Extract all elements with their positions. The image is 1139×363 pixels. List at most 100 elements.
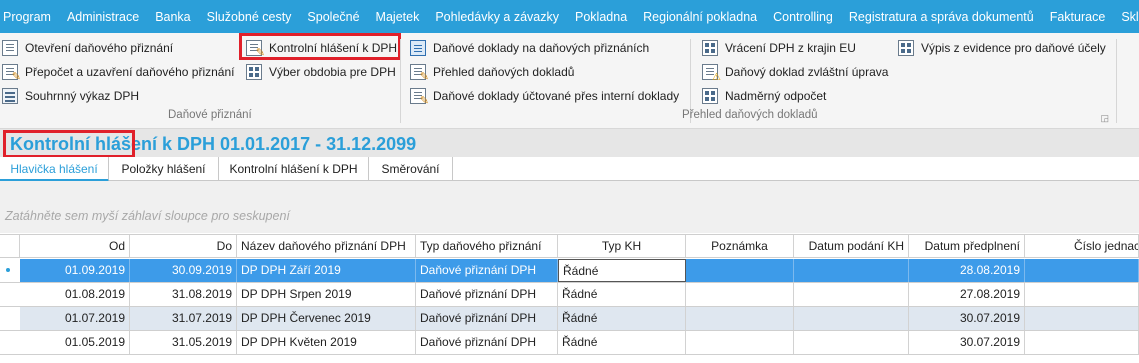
tax-document-icon — [410, 40, 426, 56]
cell-type[interactable]: Daňové přiznání DPH — [416, 283, 558, 306]
column-header[interactable]: Do — [130, 235, 237, 257]
grid-header: Od Do Název daňového přiznání DPH Typ da… — [0, 234, 1139, 258]
cell-type[interactable]: Daňové přiznání DPH — [416, 259, 558, 282]
cell-note[interactable] — [686, 331, 794, 354]
tab-items[interactable]: Položky hlášení — [109, 157, 219, 181]
open-tax-return-label: Otevření daňového přiznání — [25, 41, 174, 55]
cell-do[interactable]: 31.08.2019 — [130, 283, 237, 306]
menu-pokladna[interactable]: Pokladna — [567, 10, 635, 24]
cell-kh-type[interactable]: Řádné — [558, 331, 686, 354]
menu-program[interactable]: Program — [0, 10, 59, 24]
vat-period-select-button[interactable]: Výber obdobia pre DPH — [246, 62, 396, 82]
ribbon-separator — [1116, 39, 1117, 123]
menu-sluzobne-cesty[interactable]: Služobné cesty — [199, 10, 300, 24]
cell-kh-type[interactable]: Řádné — [558, 307, 686, 330]
column-header[interactable]: Datum podání KH — [794, 235, 909, 257]
tax-docs-overview-label: Přehled daňových dokladů — [433, 65, 575, 79]
cell-kh-type[interactable]: Řádné — [558, 283, 686, 306]
tax-docs-on-returns-label: Daňové doklady na daňových přiznáních — [433, 41, 650, 55]
tax-docs-internal-label: Daňové doklady účtované přes interní dok… — [433, 89, 680, 103]
column-header[interactable]: Typ daňového přiznání — [416, 235, 558, 257]
cell-prefill-date[interactable]: 30.07.2019 — [909, 307, 1025, 330]
row-indicator-header — [0, 235, 20, 257]
cell-filed-date[interactable] — [794, 283, 909, 306]
cell-prefill-date[interactable]: 30.07.2019 — [909, 331, 1025, 354]
group-by-panel[interactable] — [0, 181, 1139, 233]
cell-do[interactable]: 30.09.2019 — [130, 259, 237, 282]
cell-prefill-date[interactable]: 28.08.2019 — [909, 259, 1025, 282]
cell-ref-number[interactable] — [1025, 307, 1139, 330]
cell-od[interactable]: 01.05.2019 — [20, 331, 130, 354]
tab-header[interactable]: Hlavička hlášení — [0, 157, 109, 182]
open-tax-return-button[interactable]: Otevření daňového přiznání — [2, 38, 173, 58]
cell-type[interactable]: Daňové přiznání DPH — [416, 331, 558, 354]
tax-evidence-extract-label: Výpis z evidence pro daňové účely — [921, 41, 1106, 55]
column-header[interactable]: Datum předplnení — [909, 235, 1025, 257]
cell-note[interactable] — [686, 283, 794, 306]
excess-deduction-button[interactable]: Nadměrný odpočet — [702, 86, 826, 106]
menu-banka[interactable]: Banka — [147, 10, 198, 24]
tab-control-statement[interactable]: Kontrolní hlášení k DPH — [219, 157, 369, 181]
cell-note[interactable] — [686, 259, 794, 282]
vat-refund-eu-button[interactable]: Vrácení DPH z krajin EU — [702, 38, 856, 58]
cell-name[interactable]: DP DPH Červenec 2019 — [237, 307, 416, 330]
summary-vat-report-label: Souhrnný výkaz DPH — [25, 89, 140, 103]
grid-document-icon — [702, 88, 718, 104]
tax-doc-special-button[interactable]: Daňový doklad zvláštní úprava — [702, 62, 888, 83]
table-row[interactable]: 01.08.2019 31.08.2019 DP DPH Srpen 2019 … — [0, 283, 1139, 307]
column-header[interactable]: Typ KH — [558, 235, 686, 257]
menu-spolecne[interactable]: Společné — [299, 10, 367, 24]
cell-prefill-date[interactable]: 27.08.2019 — [909, 283, 1025, 306]
recalc-close-tax-return-button[interactable]: Přepočet a uzavření daňového přiznání — [2, 62, 234, 83]
menu-administrace[interactable]: Administrace — [59, 10, 147, 24]
cell-do[interactable]: 31.07.2019 — [130, 307, 237, 330]
grid-document-icon — [702, 40, 718, 56]
menu-fakturace[interactable]: Fakturace — [1042, 10, 1114, 24]
tax-docs-overview-button[interactable]: Přehled daňových dokladů — [410, 62, 575, 83]
cell-name[interactable]: DP DPH Květen 2019 — [237, 331, 416, 354]
cell-name[interactable]: DP DPH Září 2019 — [237, 259, 416, 282]
menu-controlling[interactable]: Controlling — [765, 10, 841, 24]
tab-strip: Hlavička hlášení Položky hlášení Kontrol… — [0, 157, 1139, 182]
dialog-launcher-icon[interactable]: ◲ — [1100, 113, 1109, 124]
cell-od[interactable]: 01.09.2019 — [20, 259, 130, 282]
column-header[interactable]: Číslo jednac — [1025, 235, 1139, 257]
tax-docs-on-returns-button[interactable]: Daňové doklady na daňových přiznáních — [410, 38, 649, 58]
column-header[interactable]: Od — [20, 235, 130, 257]
cell-do[interactable]: 31.05.2019 — [130, 331, 237, 354]
cell-filed-date[interactable] — [794, 307, 909, 330]
column-header[interactable]: Název daňového přiznání DPH — [237, 235, 416, 257]
table-row[interactable]: 01.09.2019 30.09.2019 DP DPH Září 2019 D… — [0, 259, 1139, 283]
main-menu-bar: Program Administrace Banka Služobné cest… — [0, 0, 1139, 33]
menu-pohledavky[interactable]: Pohledávky a závazky — [427, 10, 567, 24]
column-header[interactable]: Poznámka — [686, 235, 794, 257]
vat-period-select-label: Výber obdobia pre DPH — [269, 65, 396, 79]
tax-evidence-extract-button[interactable]: Výpis z evidence pro daňové účely — [898, 38, 1106, 58]
cell-od[interactable]: 01.08.2019 — [20, 283, 130, 306]
cell-ref-number[interactable] — [1025, 259, 1139, 282]
cell-type[interactable]: Daňové přiznání DPH — [416, 307, 558, 330]
summary-vat-report-button[interactable]: Souhrnný výkaz DPH — [2, 86, 139, 106]
cell-filed-date[interactable] — [794, 331, 909, 354]
cell-ref-number[interactable] — [1025, 283, 1139, 306]
menu-sklady[interactable]: Sklady — [1113, 10, 1139, 24]
menu-registratura[interactable]: Registratura a správa dokumentů — [841, 10, 1042, 24]
list-icon — [2, 88, 18, 104]
cell-name[interactable]: DP DPH Srpen 2019 — [237, 283, 416, 306]
menu-majetek[interactable]: Majetek — [368, 10, 428, 24]
cell-od[interactable]: 01.07.2019 — [20, 307, 130, 330]
row-indicator — [0, 259, 20, 282]
group-by-hint: Zatáhněte sem myší záhlaví sloupce pro s… — [5, 209, 290, 223]
table-row[interactable]: 01.07.2019 31.07.2019 DP DPH Červenec 20… — [0, 307, 1139, 331]
ribbon-separator — [400, 39, 401, 123]
table-row[interactable]: 01.05.2019 31.05.2019 DP DPH Květen 2019… — [0, 331, 1139, 355]
highlight-box-title — [3, 130, 135, 158]
cell-kh-type[interactable]: Řádné — [558, 259, 686, 282]
menu-regionalni-pokladna[interactable]: Regionální pokladna — [635, 10, 765, 24]
cell-note[interactable] — [686, 307, 794, 330]
tax-docs-internal-button[interactable]: Daňové doklady účtované přes interní dok… — [410, 86, 680, 107]
cell-ref-number[interactable] — [1025, 331, 1139, 354]
cell-filed-date[interactable] — [794, 259, 909, 282]
tab-routing[interactable]: Směrování — [369, 157, 453, 181]
row-indicator — [0, 283, 20, 306]
